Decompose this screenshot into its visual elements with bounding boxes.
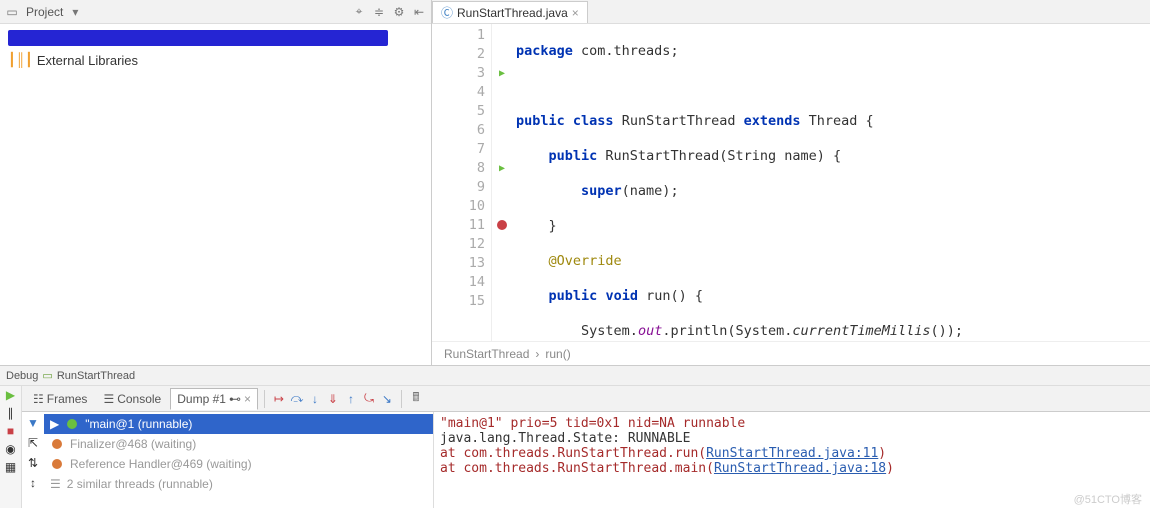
drop-frame-icon[interactable]: ⤿ xyxy=(361,391,377,407)
code-area[interactable]: package com.threads; public class RunSta… xyxy=(492,24,1150,341)
step-into-icon[interactable]: ↓ xyxy=(307,391,323,407)
dropdown-icon[interactable]: ▾ xyxy=(67,4,83,20)
merge-icon[interactable]: ↕ xyxy=(30,476,36,490)
frames-tab[interactable]: ☷Frames xyxy=(26,388,94,410)
evaluate-icon[interactable]: 🖩 xyxy=(408,391,424,407)
collapse-icon[interactable]: ≑ xyxy=(371,4,387,20)
thread-runnable-icon xyxy=(65,417,79,431)
console-icon: ☰ xyxy=(103,392,114,406)
project-tool-window: ▭ Project ▾ ⌖ ≑ ⚙ ⇤ ┃║┃ External Librari… xyxy=(0,0,432,365)
debug-tab-bar: ☷Frames ☰Console Dump #1 ⊷× ↦ ⤼ ↓ ⇓ ↑ ⤿ … xyxy=(22,386,1150,412)
step-over-icon[interactable]: ⤼ xyxy=(289,391,305,407)
force-step-into-icon[interactable]: ⇓ xyxy=(325,391,341,407)
project-tree[interactable]: ┃║┃ External Libraries xyxy=(0,24,431,365)
debug-side-toolbar: ▶ ∥ ■ ◉ ▦ xyxy=(0,386,22,508)
console-tab[interactable]: ☰Console xyxy=(96,388,168,410)
show-exec-icon[interactable]: ↦ xyxy=(271,391,287,407)
run-config-name: RunStartThread xyxy=(57,370,135,382)
stack-line: at com.threads.RunStartThread.run(RunSta… xyxy=(440,446,1144,461)
library-icon: ┃║┃ xyxy=(8,52,33,68)
stop-icon[interactable]: ■ xyxy=(7,424,14,438)
code-editor[interactable]: 1 2 3 4 5 6 7 8 9 10 11 12 13 14 15 pack… xyxy=(432,24,1150,341)
line-number-gutter: 1 2 3 4 5 6 7 8 9 10 11 12 13 14 15 xyxy=(432,24,492,341)
thread-refhandler[interactable]: Reference Handler@469 (waiting) xyxy=(44,454,433,474)
breadcrumb-class[interactable]: RunStartThread xyxy=(444,347,529,361)
resume-icon[interactable]: ▶ xyxy=(6,388,15,402)
project-icon: ▭ xyxy=(4,4,20,20)
stack-link[interactable]: RunStartThread.java:18 xyxy=(714,461,886,476)
export-icon[interactable]: ⇱ xyxy=(28,436,38,450)
stack-line: at com.threads.RunStartThread.main(RunSt… xyxy=(440,461,1144,476)
thread-finalizer[interactable]: Finalizer@468 (waiting) xyxy=(44,434,433,454)
thread-waiting-icon xyxy=(50,457,64,471)
stack-trace[interactable]: "main@1" prio=5 tid=0x1 nid=NA runnable … xyxy=(434,412,1150,508)
stack-icon: ☰ xyxy=(50,477,61,491)
thread-main[interactable]: ▶ "main@1 (runnable) xyxy=(44,414,433,434)
stack-link[interactable]: RunStartThread.java:11 xyxy=(706,446,878,461)
frames-icon: ☷ xyxy=(33,392,44,406)
filter-icon[interactable]: ▼ xyxy=(27,416,39,430)
close-tab-icon[interactable]: × xyxy=(572,6,579,20)
editor-tab-bar: Ⓒ RunStartThread.java × xyxy=(432,0,1150,24)
layout-icon[interactable]: ▦ xyxy=(5,460,16,474)
debug-header: Debug ▭ RunStartThread xyxy=(0,366,1150,386)
stack-line: "main@1" prio=5 tid=0x1 nid=NA runnable xyxy=(440,416,1144,431)
redacted-project-root xyxy=(8,30,388,46)
run-config-icon: ▭ xyxy=(42,369,52,382)
thread-list[interactable]: ▶ "main@1 (runnable) Finalizer@468 (wait… xyxy=(44,412,433,508)
external-libraries-label: External Libraries xyxy=(37,53,138,68)
thread-waiting-icon xyxy=(50,437,64,451)
breakpoints-icon[interactable]: ◉ xyxy=(5,442,15,456)
watermark: @51CTO博客 xyxy=(1074,491,1142,507)
breadcrumb-method[interactable]: run() xyxy=(545,347,570,361)
sort-icon[interactable]: ⇅ xyxy=(28,456,38,470)
class-file-icon: Ⓒ xyxy=(441,4,453,21)
thread-right-arrow-icon: ▶ xyxy=(50,417,59,431)
debug-tool-window: ▶ ∥ ■ ◉ ▦ ☷Frames ☰Console Dump #1 ⊷× ↦ … xyxy=(0,386,1150,508)
run-to-cursor-icon[interactable]: ↘ xyxy=(379,391,395,407)
threads-panel: ▼ ⇱ ⇅ ↕ ▶ "main@1 (runnable) Finalizer@4… xyxy=(22,412,434,508)
target-icon[interactable]: ⌖ xyxy=(351,4,367,20)
chevron-right-icon: › xyxy=(535,347,539,361)
external-libraries-node[interactable]: ┃║┃ External Libraries xyxy=(8,50,423,70)
step-out-icon[interactable]: ↑ xyxy=(343,391,359,407)
pause-icon[interactable]: ∥ xyxy=(8,406,14,420)
stack-line: java.lang.Thread.State: RUNNABLE xyxy=(440,431,1144,446)
pin-icon[interactable]: ⊷ xyxy=(229,392,241,406)
editor-panel: Ⓒ RunStartThread.java × 1 2 3 4 5 6 7 8 … xyxy=(432,0,1150,365)
gear-icon[interactable]: ⚙ xyxy=(391,4,407,20)
editor-tab-label: RunStartThread.java xyxy=(457,6,568,20)
project-header: ▭ Project ▾ ⌖ ≑ ⚙ ⇤ xyxy=(0,0,431,24)
debug-label: Debug xyxy=(6,370,38,382)
hide-icon[interactable]: ⇤ xyxy=(411,4,427,20)
thread-similar-group[interactable]: ☰ 2 similar threads (runnable) xyxy=(44,474,433,494)
editor-tab[interactable]: Ⓒ RunStartThread.java × xyxy=(432,1,588,23)
close-dump-icon[interactable]: × xyxy=(244,392,251,406)
project-title: Project xyxy=(26,5,63,19)
dump-tab[interactable]: Dump #1 ⊷× xyxy=(170,388,258,410)
breadcrumb[interactable]: RunStartThread › run() xyxy=(432,341,1150,365)
